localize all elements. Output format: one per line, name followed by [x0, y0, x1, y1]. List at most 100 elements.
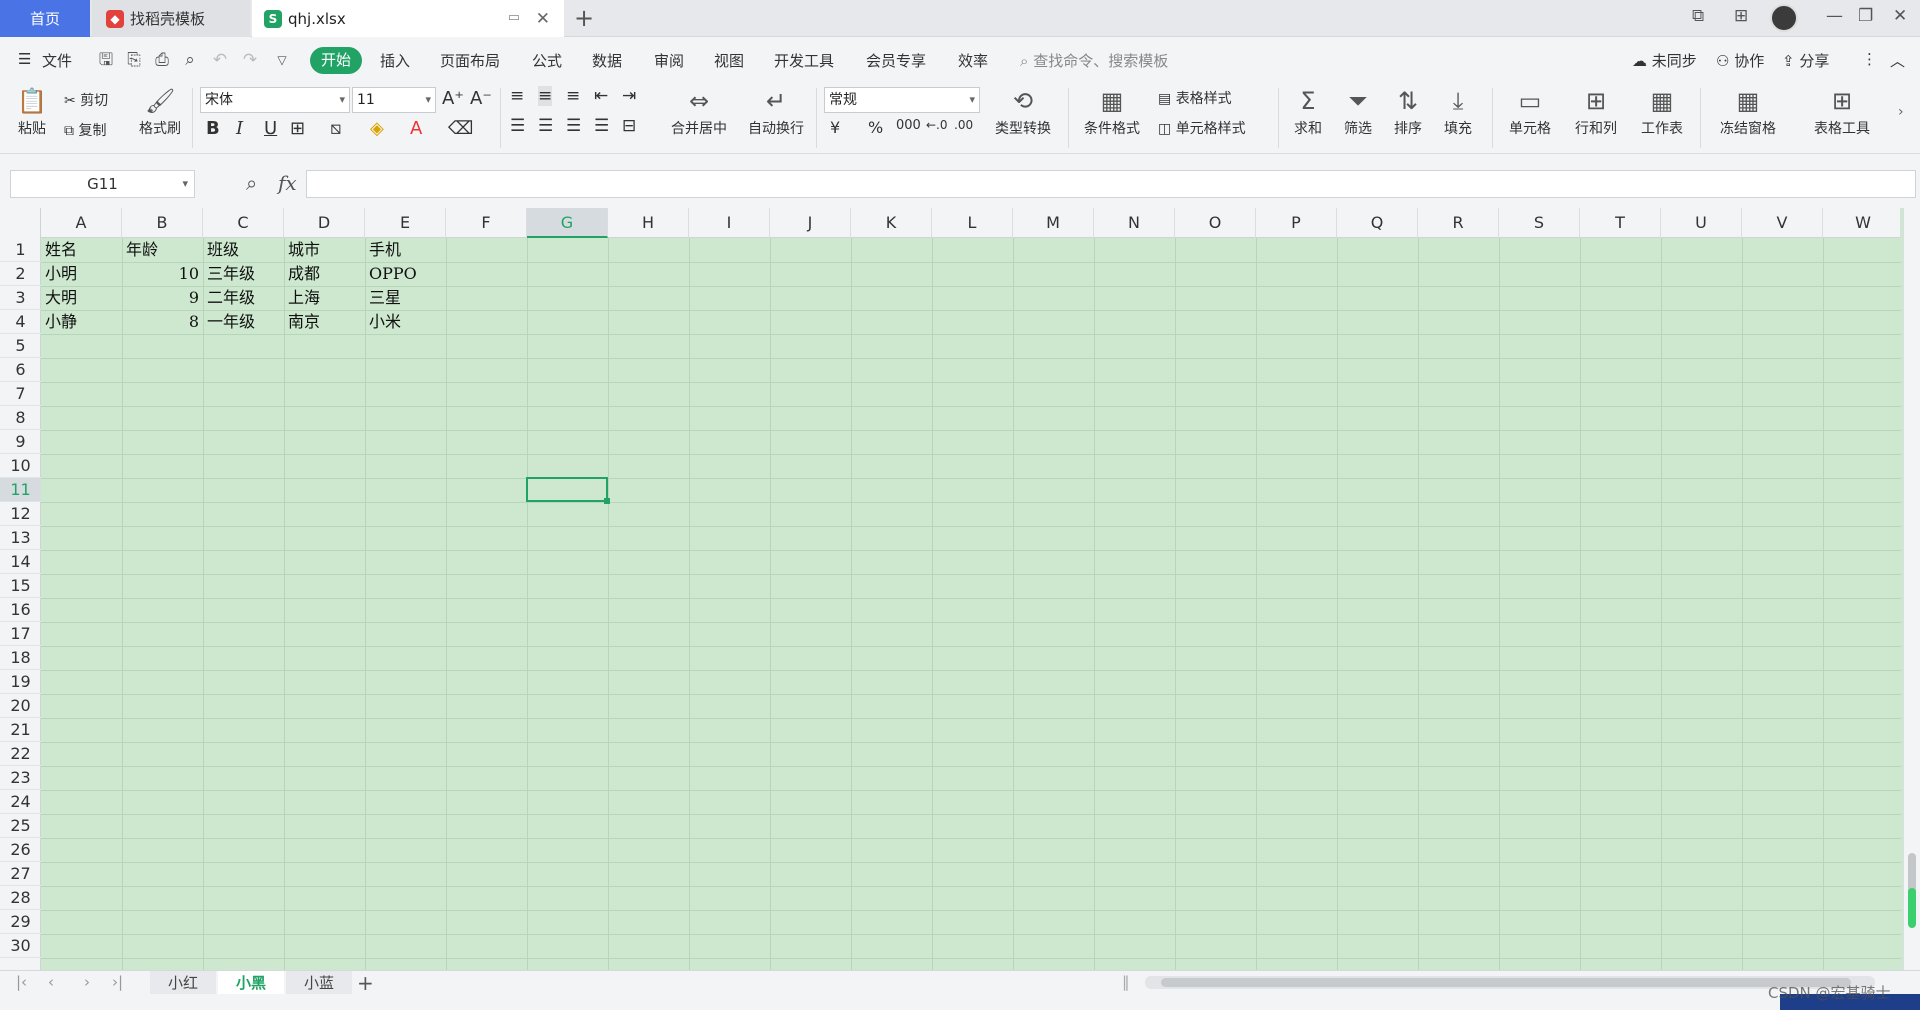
- cell-a2[interactable]: 小明: [41, 262, 122, 286]
- column-header-e[interactable]: E: [365, 208, 446, 238]
- cell-b4[interactable]: 8: [122, 310, 203, 334]
- row-header-17[interactable]: 17: [0, 622, 41, 646]
- select-all-corner[interactable]: [0, 208, 41, 238]
- increase-decimal-icon[interactable]: ←.0: [926, 118, 948, 132]
- cell-c1[interactable]: 班级: [203, 238, 284, 262]
- row-header-3[interactable]: 3: [0, 286, 41, 310]
- sheet-tab-xiaohei[interactable]: 小黑: [218, 971, 284, 995]
- column-header-w[interactable]: W: [1823, 208, 1904, 238]
- row-header-13[interactable]: 13: [0, 526, 41, 550]
- cell-d4[interactable]: 南京: [284, 310, 365, 334]
- fill-button[interactable]: ⤓ 填充: [1436, 86, 1480, 138]
- row-header-5[interactable]: 5: [0, 334, 41, 358]
- column-header-h[interactable]: H: [608, 208, 689, 238]
- restore-icon[interactable]: ❐: [1858, 6, 1873, 26]
- ribbon-scroll-right-icon[interactable]: ›: [1898, 104, 1904, 120]
- last-sheet-icon[interactable]: ›|: [112, 973, 123, 991]
- row-header-2[interactable]: 2: [0, 262, 41, 286]
- first-sheet-icon[interactable]: |‹: [16, 973, 27, 991]
- sort-button[interactable]: ⇅ 排序: [1386, 86, 1430, 138]
- row-header-12[interactable]: 12: [0, 502, 41, 526]
- column-header-m[interactable]: M: [1013, 208, 1094, 238]
- number-format-select[interactable]: 常规: [824, 87, 980, 113]
- format-painter-button[interactable]: 🖌 格式刷: [136, 86, 184, 138]
- cell-area[interactable]: 姓名 年龄 班级 城市 手机 小明 10 三年级 成都 OPPO 大明 9 二年级 上海 三星 小静 8 一年级南…: [41, 238, 1905, 970]
- quick-access-dropdown-icon[interactable]: ▽: [272, 50, 292, 70]
- cell-a3[interactable]: 大明: [41, 286, 122, 310]
- table-tools-button[interactable]: ⊞ 表格工具: [1804, 86, 1880, 138]
- close-tab-icon[interactable]: ✕: [536, 9, 550, 29]
- worksheet-button[interactable]: ▦ 工作表: [1632, 86, 1692, 138]
- redo-icon[interactable]: ↷: [240, 50, 260, 70]
- menu-review[interactable]: 审阅: [654, 50, 684, 71]
- row-header-4[interactable]: 4: [0, 310, 41, 334]
- tab-templates[interactable]: ◆ 找稻壳模板: [92, 0, 250, 37]
- wrap-text-button[interactable]: ↵ 自动换行: [744, 86, 808, 138]
- cell-c4[interactable]: 一年级: [203, 310, 284, 334]
- close-window-icon[interactable]: ✕: [1893, 6, 1907, 26]
- tab-home[interactable]: 首页: [0, 0, 90, 37]
- row-header-18[interactable]: 18: [0, 646, 41, 670]
- column-header-o[interactable]: O: [1175, 208, 1256, 238]
- minimize-icon[interactable]: —: [1826, 6, 1843, 26]
- horizontal-scrollbar[interactable]: [1145, 976, 1875, 989]
- column-header-g[interactable]: G: [527, 208, 608, 238]
- conditional-format-button[interactable]: ▦ 条件格式: [1076, 86, 1148, 138]
- collab-button[interactable]: ⚇ 协作: [1716, 50, 1764, 71]
- freeze-panes-button[interactable]: ▦ 冻结窗格: [1708, 86, 1788, 138]
- row-header-10[interactable]: 10: [0, 454, 41, 478]
- rows-cols-button[interactable]: ⊞ 行和列: [1566, 86, 1626, 138]
- align-top-icon[interactable]: ≡: [510, 86, 524, 106]
- row-header-14[interactable]: 14: [0, 550, 41, 574]
- underline-icon[interactable]: U: [264, 118, 277, 139]
- menu-page-layout[interactable]: 页面布局: [440, 50, 500, 71]
- row-header-6[interactable]: 6: [0, 358, 41, 382]
- menu-member[interactable]: 会员专享: [866, 50, 926, 71]
- font-family-select[interactable]: 宋体: [200, 87, 350, 113]
- share-button[interactable]: ⇪ 分享: [1782, 50, 1829, 71]
- column-header-i[interactable]: I: [689, 208, 770, 238]
- cell-b2[interactable]: 10: [122, 262, 203, 286]
- column-header-q[interactable]: Q: [1337, 208, 1418, 238]
- align-middle-icon[interactable]: ≡: [538, 86, 553, 106]
- formula-input[interactable]: [306, 170, 1916, 198]
- convert-type-button[interactable]: ⟲ 类型转换: [986, 86, 1060, 138]
- row-header-29[interactable]: 29: [0, 910, 41, 934]
- copy-button[interactable]: ⧉ 复制: [64, 120, 106, 140]
- column-header-d[interactable]: D: [284, 208, 365, 238]
- add-sheet-icon[interactable]: +: [357, 971, 374, 995]
- reading-mode-icon[interactable]: ⧉: [1692, 6, 1704, 26]
- filter-button[interactable]: ⏷ 筛选: [1336, 86, 1380, 138]
- cell-b1[interactable]: 年龄: [122, 238, 203, 262]
- selected-cell[interactable]: [526, 477, 610, 504]
- italic-icon[interactable]: I: [236, 118, 243, 139]
- row-header-11[interactable]: 11: [0, 478, 41, 502]
- row-header-15[interactable]: 15: [0, 574, 41, 598]
- cell-c3[interactable]: 二年级: [203, 286, 284, 310]
- row-header-16[interactable]: 16: [0, 598, 41, 622]
- percent-icon[interactable]: %: [868, 118, 883, 137]
- clear-format-icon[interactable]: ⌫: [448, 118, 473, 139]
- column-header-c[interactable]: C: [203, 208, 284, 238]
- row-header-1[interactable]: 1: [0, 238, 41, 262]
- merge-center-button[interactable]: ⇔ 合并居中: [662, 86, 736, 138]
- vertical-scrollbar[interactable]: [1903, 208, 1920, 970]
- cell-e3[interactable]: 三星: [365, 286, 446, 310]
- distributed-icon[interactable]: ⊟: [622, 116, 636, 136]
- undo-icon[interactable]: ↶: [210, 50, 230, 70]
- cell-a4[interactable]: 小静: [41, 310, 122, 334]
- decrease-font-icon[interactable]: A⁻: [470, 88, 492, 109]
- save-icon[interactable]: 🖫: [96, 50, 116, 70]
- command-search[interactable]: ⌕ 查找命令、搜索模板: [1020, 50, 1168, 71]
- row-header-27[interactable]: 27: [0, 862, 41, 886]
- sheet-tab-xiaohong[interactable]: 小红: [150, 971, 216, 995]
- sheet-tab-xiaolan[interactable]: 小蓝: [286, 971, 352, 995]
- column-header-v[interactable]: V: [1742, 208, 1823, 238]
- increase-indent-icon[interactable]: ⇥: [622, 86, 636, 106]
- cell-d1[interactable]: 城市: [284, 238, 365, 262]
- pin-window-icon[interactable]: ▭: [508, 10, 520, 25]
- cell-d2[interactable]: 成都: [284, 262, 365, 286]
- apps-grid-icon[interactable]: ⊞: [1734, 6, 1748, 26]
- print-preview-icon[interactable]: ⌕: [180, 50, 200, 70]
- row-header-23[interactable]: 23: [0, 766, 41, 790]
